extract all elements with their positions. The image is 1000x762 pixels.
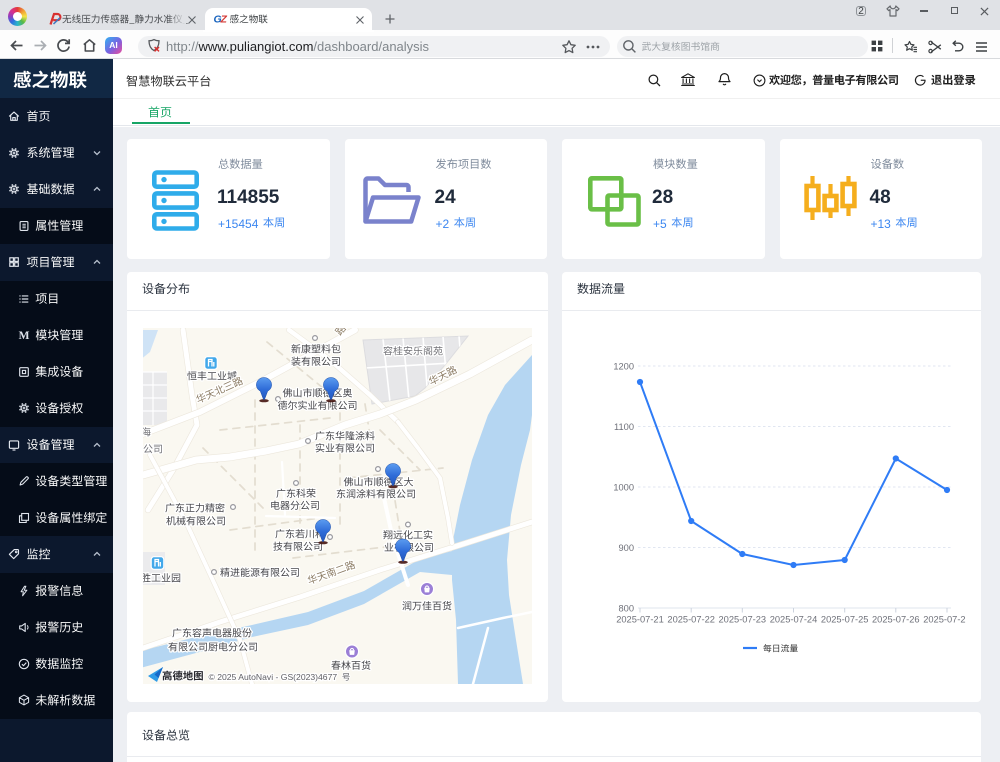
svg-text:2025-07-26: 2025-07-26 [872,615,920,625]
svg-text:© 2025 AutoNavi - GS(2023)4677: © 2025 AutoNavi - GS(2023)4677 [209,672,338,682]
svg-text:1000: 1000 [613,482,634,492]
svg-text:1100: 1100 [614,422,634,432]
svg-text:900: 900 [618,543,634,553]
svg-text:2025-07-22: 2025-07-22 [667,615,715,625]
svg-text:M: M [18,330,29,342]
svg-text:2025-07-27: 2025-07-27 [923,615,966,625]
svg-text:2025-07-24: 2025-07-24 [770,615,818,625]
svg-text:800: 800 [618,603,634,613]
svg-text:2025-07-23: 2025-07-23 [719,615,767,625]
svg-text:1200: 1200 [613,361,634,371]
svg-text:2025-07-21: 2025-07-21 [616,615,664,625]
svg-text:2025-07-25: 2025-07-25 [821,615,869,625]
